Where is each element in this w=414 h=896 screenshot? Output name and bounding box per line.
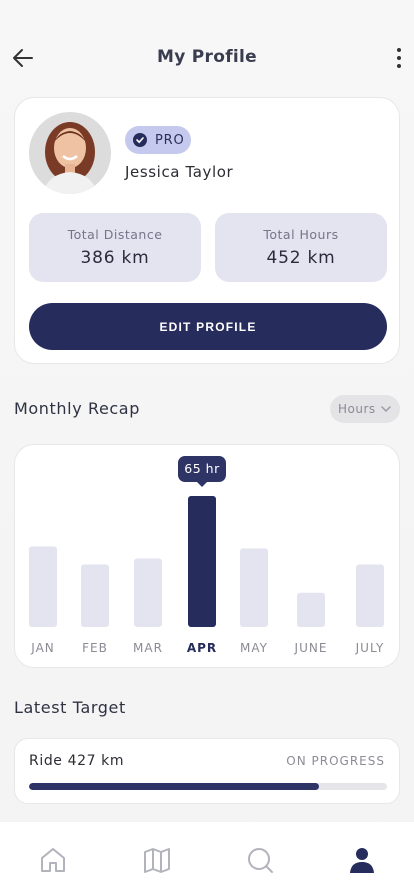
page-title: My Profile (156, 47, 258, 67)
bar-feb[interactable] (81, 564, 109, 627)
monthly-recap-chart: JAN FEB MAR APR 65 hr MAY JUNE JULY (14, 444, 400, 668)
search-icon[interactable] (242, 842, 278, 878)
edit-profile-button[interactable]: EDIT PROFILE (29, 303, 387, 350)
month-label: MAR (133, 641, 163, 655)
bar-june[interactable] (297, 592, 325, 627)
recap-filter-dropdown[interactable]: Hours (330, 395, 400, 423)
target-card[interactable]: Ride 427 km ON PROGRESS (14, 738, 400, 804)
stat-label: Total Hours (263, 227, 339, 242)
bar-chart: JAN FEB MAR APR 65 hr MAY JUNE JULY (29, 456, 385, 655)
target-label: Ride 427 km (29, 753, 125, 769)
month-label: JULY (355, 641, 385, 655)
home-icon[interactable] (35, 842, 71, 878)
map-icon[interactable] (139, 842, 175, 878)
stat-value: 452 km (266, 248, 336, 268)
bar-mar[interactable] (134, 558, 162, 627)
bottom-nav (0, 822, 414, 896)
total-distance-stat: Total Distance 386 km (29, 213, 201, 282)
bar-jan[interactable] (29, 546, 57, 627)
month-label: JAN (30, 641, 55, 655)
avatar (29, 112, 111, 194)
bar-tooltip: 65 hr (178, 456, 226, 487)
bar-may[interactable] (240, 548, 268, 627)
chevron-down-icon (381, 406, 391, 413)
monthly-recap-title: Monthly Recap (14, 399, 140, 418)
profile-icon[interactable] (344, 842, 380, 878)
month-label: APR (187, 641, 217, 655)
month-label: JUNE (294, 641, 328, 655)
badge-label: PRO (155, 132, 185, 148)
month-label: MAY (240, 641, 268, 655)
latest-target-title: Latest Target (14, 698, 126, 717)
pro-badge: PRO (125, 126, 191, 154)
dropdown-value: Hours (338, 402, 376, 416)
tooltip-label: 65 hr (184, 461, 220, 476)
more-options-icon[interactable] (392, 44, 406, 72)
profile-name: Jessica Taylor (125, 163, 234, 181)
target-progress-bar (29, 783, 387, 790)
top-bar: My Profile (0, 38, 414, 78)
stat-label: Total Distance (67, 227, 163, 242)
progress-fill (29, 783, 319, 790)
target-status: ON PROGRESS (286, 754, 385, 768)
total-hours-stat: Total Hours 452 km (215, 213, 387, 282)
profile-card: PRO Jessica Taylor Total Distance 386 km… (14, 97, 400, 364)
bar-apr[interactable] (188, 496, 216, 627)
verified-icon (133, 133, 147, 147)
stat-value: 386 km (80, 248, 150, 268)
month-label: FEB (82, 641, 108, 655)
bar-july[interactable] (356, 564, 384, 627)
